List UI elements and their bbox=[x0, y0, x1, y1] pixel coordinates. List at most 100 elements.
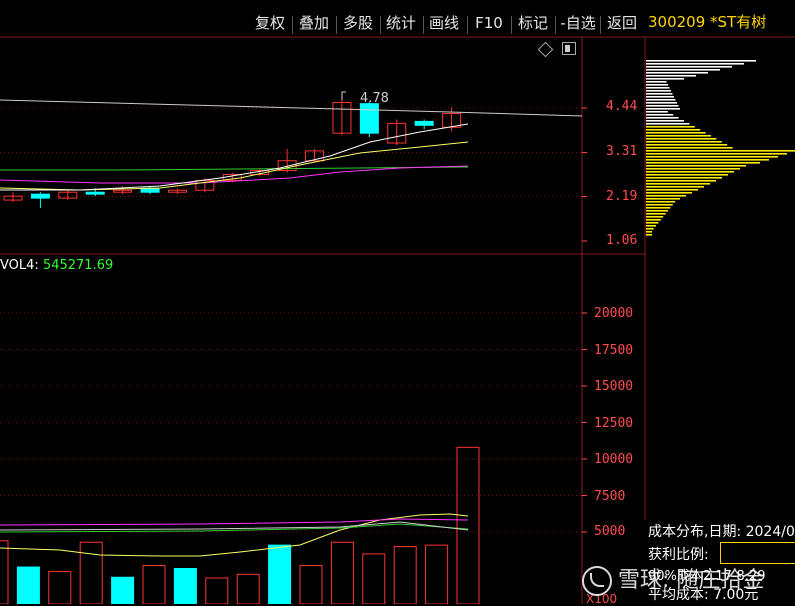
cost-bar bbox=[646, 129, 701, 131]
volume-bar bbox=[79, 541, 103, 604]
volume-axis-label: 17500 bbox=[594, 343, 634, 358]
cost-bar bbox=[646, 228, 654, 230]
volume-bar bbox=[173, 568, 197, 604]
candle-body bbox=[359, 103, 379, 134]
ma-line-yellow bbox=[0, 141, 469, 191]
cost-bar bbox=[646, 216, 664, 218]
cost-bar bbox=[646, 96, 674, 98]
cost-bar bbox=[646, 234, 652, 236]
volume-axis-label: 12500 bbox=[594, 416, 634, 431]
cost-bar bbox=[646, 66, 732, 68]
cost-bar bbox=[646, 195, 686, 197]
volume-bar bbox=[111, 576, 135, 604]
cost-bar bbox=[646, 180, 716, 182]
cost-bar bbox=[646, 135, 711, 137]
cost-bar bbox=[646, 111, 668, 113]
volume-bar bbox=[16, 566, 40, 604]
cost-bar bbox=[646, 222, 659, 224]
cost-bar bbox=[646, 225, 656, 227]
profit-ratio-input[interactable] bbox=[720, 542, 795, 564]
cost-bar bbox=[646, 93, 673, 95]
cost-bar bbox=[646, 171, 734, 173]
cost-bar bbox=[646, 69, 720, 71]
cost-bar bbox=[646, 183, 710, 185]
cost-bar bbox=[646, 207, 671, 209]
volume-bar bbox=[142, 565, 166, 604]
cost-bar bbox=[646, 120, 684, 122]
cost-bar bbox=[646, 138, 717, 140]
ma-line-long bbox=[0, 99, 583, 117]
watermark-text: 雪球: 随庄拾金 bbox=[618, 568, 765, 593]
volume-value: 545271.69 bbox=[42, 258, 114, 273]
candle-body bbox=[85, 191, 105, 195]
candle-body bbox=[414, 120, 434, 126]
cost-bar bbox=[646, 174, 728, 176]
price-axis-label: 3.31 bbox=[606, 144, 638, 159]
volume-label: VOL4: bbox=[0, 258, 43, 273]
candle-body bbox=[30, 193, 50, 199]
volume-bar bbox=[299, 565, 323, 604]
cost-bar bbox=[646, 60, 756, 62]
cost-bar bbox=[646, 201, 676, 203]
cost-bar bbox=[646, 156, 778, 158]
price-axis-label: 2.19 bbox=[606, 189, 638, 204]
volume-bar bbox=[393, 546, 417, 604]
volume-bar bbox=[48, 570, 72, 604]
volume-axis-label: 15000 bbox=[594, 379, 634, 394]
high-marker bbox=[341, 91, 346, 100]
cost-bar bbox=[646, 177, 722, 179]
cost-bar bbox=[646, 81, 667, 83]
cost-bar bbox=[646, 72, 708, 74]
cost-bar bbox=[646, 132, 706, 134]
cost-bar bbox=[646, 144, 728, 146]
cost-bar bbox=[646, 75, 696, 77]
cost-bar bbox=[646, 153, 787, 155]
cost-bar bbox=[646, 87, 670, 89]
cost-bar bbox=[646, 231, 652, 233]
snowball-logo-icon bbox=[582, 566, 612, 596]
cost-bar bbox=[646, 126, 695, 128]
price-axis-label: 1.06 bbox=[606, 233, 638, 248]
volume-bar bbox=[236, 573, 260, 604]
volume-axis-label: 10000 bbox=[594, 452, 634, 467]
cost-bar bbox=[646, 165, 746, 167]
volume-axis-label: 20000 bbox=[594, 306, 634, 321]
cost-bar bbox=[646, 114, 674, 116]
volume-ma-green bbox=[0, 523, 469, 533]
high-price-label: 4.78 bbox=[360, 91, 389, 106]
cost-bar bbox=[646, 213, 666, 215]
cost-bar bbox=[646, 99, 676, 101]
cost-bar bbox=[646, 159, 769, 161]
cost-bar bbox=[646, 204, 673, 206]
volume-bar bbox=[330, 541, 354, 604]
volume-bar bbox=[0, 540, 9, 604]
cost-bar bbox=[646, 162, 760, 164]
cost-bar bbox=[646, 117, 679, 119]
cost-distribution-date: 成本分布,日期: 2024/0 bbox=[648, 524, 795, 540]
cost-bar bbox=[646, 63, 744, 65]
volume-bar bbox=[268, 544, 292, 604]
cost-bar bbox=[646, 186, 704, 188]
cost-bar bbox=[646, 192, 692, 194]
cost-bar bbox=[646, 168, 740, 170]
cost-bar bbox=[646, 123, 690, 125]
volume-axis-label: 5000 bbox=[594, 524, 626, 539]
price-axis-label: 4.44 bbox=[606, 99, 638, 114]
volume-axis-label: 7500 bbox=[594, 489, 626, 504]
cost-bar bbox=[646, 108, 680, 110]
kline-chart: 4.78 bbox=[0, 36, 795, 604]
volume-bar bbox=[456, 446, 480, 604]
cost-bar bbox=[646, 84, 668, 86]
cost-bar bbox=[646, 141, 722, 143]
volume-ma-yellow bbox=[0, 513, 469, 557]
cost-bar bbox=[646, 78, 684, 80]
volume-indicator-title: VOL4: 545271.69 bbox=[0, 258, 113, 273]
cost-bar bbox=[646, 189, 698, 191]
cost-bar bbox=[646, 105, 679, 107]
cost-bar bbox=[646, 150, 795, 152]
profit-ratio-label: 获利比例: bbox=[648, 547, 709, 563]
cost-bar bbox=[646, 90, 671, 92]
cost-bar bbox=[646, 219, 661, 221]
cost-bar bbox=[646, 198, 680, 200]
volume-bar bbox=[205, 577, 229, 604]
